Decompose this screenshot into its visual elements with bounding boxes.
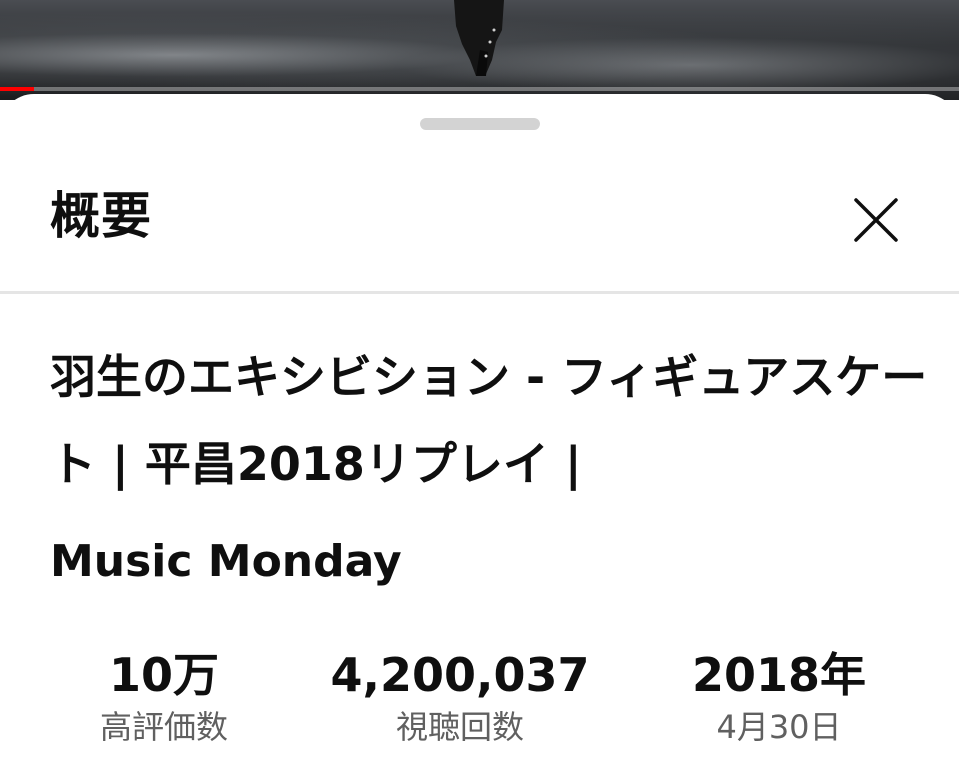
sheet-title: 概要 xyxy=(50,187,152,245)
description-sheet: 概要 羽生のエキシビション - フィギュアスケート | 平昌2018リプレイ |… xyxy=(0,94,959,773)
views-count: 4,200,037 xyxy=(330,648,590,702)
upload-date: 4月30日 xyxy=(716,708,842,746)
views-label: 視聴回数 xyxy=(395,708,524,746)
video-progress-bar[interactable] xyxy=(0,87,959,91)
skater-figure xyxy=(454,0,504,76)
drag-handle[interactable] xyxy=(420,118,540,130)
video-progress-fill xyxy=(0,87,34,91)
divider xyxy=(0,291,959,294)
likes-count: 10万 xyxy=(108,648,219,702)
likes-label: 高評価数 xyxy=(99,708,228,746)
video-player-preview[interactable] xyxy=(0,0,959,100)
close-icon xyxy=(854,198,898,242)
upload-year: 2018年 xyxy=(691,648,867,702)
channel-name[interactable]: Music Monday xyxy=(50,534,402,590)
upload-date-stat: 2018年 4月30日 xyxy=(662,646,896,748)
close-button[interactable] xyxy=(848,192,904,248)
likes-stat: 10万 高評価数 xyxy=(62,646,266,748)
views-stat: 4,200,037 視聴回数 xyxy=(318,646,602,748)
video-title: 羽生のエキシビション - フィギュアスケート | 平昌2018リプレイ | xyxy=(50,350,928,491)
